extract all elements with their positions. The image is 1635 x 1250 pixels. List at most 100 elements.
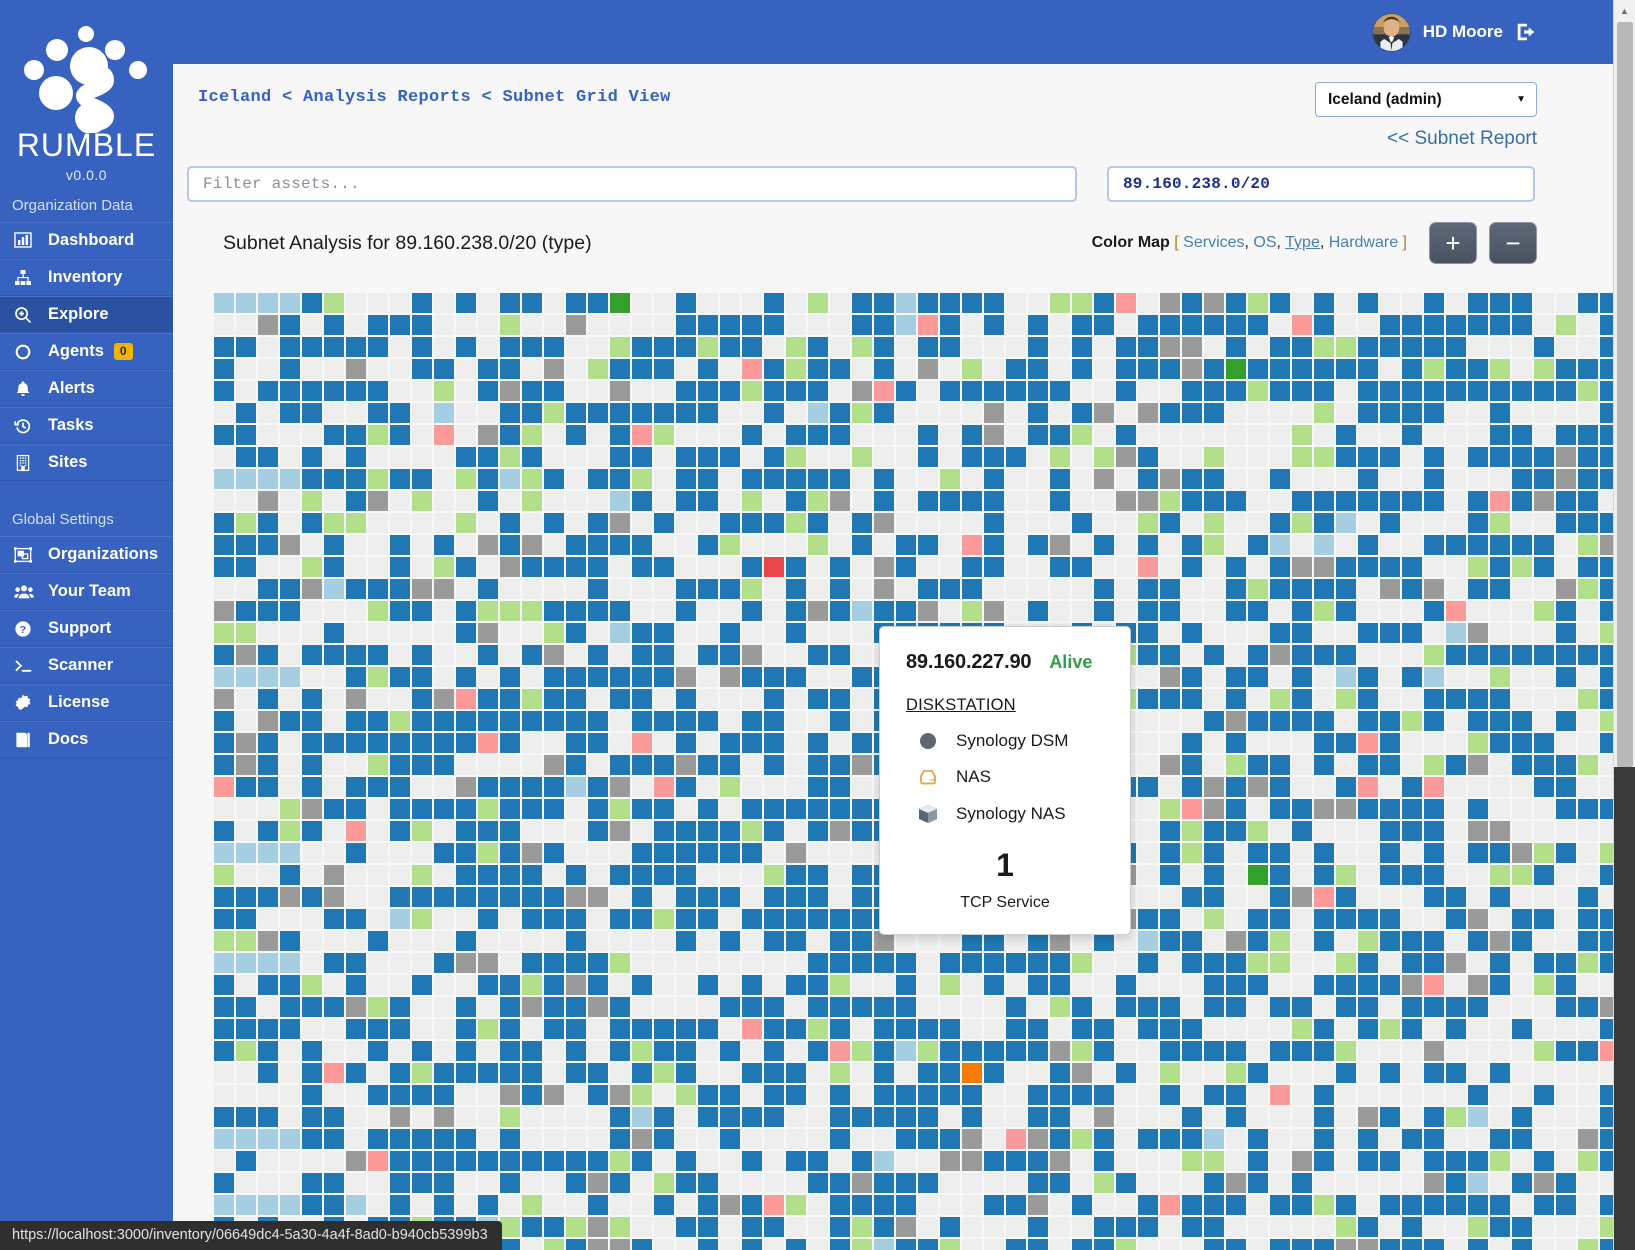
grid-cell[interactable] — [434, 315, 454, 335]
grid-cell[interactable] — [1204, 821, 1224, 841]
grid-cell[interactable] — [1160, 337, 1180, 357]
grid-cell[interactable] — [1402, 337, 1422, 357]
grid-cell[interactable] — [1358, 689, 1378, 709]
grid-cell[interactable] — [1072, 1085, 1092, 1105]
grid-cell[interactable] — [1424, 359, 1444, 379]
grid-cell[interactable] — [1248, 1129, 1268, 1149]
grid-cell[interactable] — [478, 777, 498, 797]
grid-cell[interactable] — [522, 447, 542, 467]
grid-cell[interactable] — [1314, 1151, 1334, 1171]
zoom-out-button[interactable]: − — [1489, 222, 1537, 264]
grid-cell[interactable] — [654, 447, 674, 467]
grid-cell[interactable] — [346, 1063, 366, 1083]
grid-cell[interactable] — [654, 733, 674, 753]
grid-cell[interactable] — [940, 1239, 960, 1250]
grid-cell[interactable] — [676, 447, 696, 467]
grid-cell[interactable] — [478, 359, 498, 379]
grid-cell[interactable] — [544, 469, 564, 489]
grid-cell[interactable] — [1006, 1041, 1026, 1061]
grid-cell[interactable] — [1512, 1239, 1532, 1250]
grid-cell[interactable] — [258, 777, 278, 797]
grid-cell[interactable] — [610, 601, 630, 621]
grid-cell[interactable] — [1226, 1173, 1246, 1193]
grid-cell[interactable] — [1160, 1195, 1180, 1215]
grid-cell[interactable] — [1512, 1151, 1532, 1171]
grid-cell[interactable] — [346, 1085, 366, 1105]
grid-cell[interactable] — [258, 711, 278, 731]
grid-cell[interactable] — [1512, 909, 1532, 929]
grid-cell[interactable] — [1600, 469, 1613, 489]
grid-cell[interactable] — [588, 1217, 608, 1237]
grid-cell[interactable] — [1336, 403, 1356, 423]
grid-cell[interactable] — [1468, 381, 1488, 401]
grid-cell[interactable] — [434, 403, 454, 423]
grid-cell[interactable] — [1446, 667, 1466, 687]
grid-cell[interactable] — [786, 821, 806, 841]
grid-cell[interactable] — [720, 1239, 740, 1250]
grid-cell[interactable] — [1182, 711, 1202, 731]
grid-cell[interactable] — [764, 887, 784, 907]
grid-cell[interactable] — [1292, 381, 1312, 401]
grid-cell[interactable] — [1556, 711, 1576, 731]
grid-cell[interactable] — [874, 381, 894, 401]
grid-cell[interactable] — [1512, 425, 1532, 445]
grid-cell[interactable] — [1512, 579, 1532, 599]
grid-cell[interactable] — [214, 1173, 234, 1193]
grid-cell[interactable] — [412, 1107, 432, 1127]
grid-cell[interactable] — [896, 447, 916, 467]
grid-cell[interactable] — [544, 799, 564, 819]
grid-cell[interactable] — [1314, 799, 1334, 819]
grid-cell[interactable] — [1270, 1085, 1290, 1105]
grid-cell[interactable] — [1600, 909, 1613, 929]
grid-cell[interactable] — [1336, 799, 1356, 819]
grid-cell[interactable] — [984, 601, 1004, 621]
grid-cell[interactable] — [566, 1217, 586, 1237]
grid-cell[interactable] — [1490, 1041, 1510, 1061]
grid-cell[interactable] — [588, 1019, 608, 1039]
grid-cell[interactable] — [1072, 1217, 1092, 1237]
grid-cell[interactable] — [918, 1085, 938, 1105]
grid-cell[interactable] — [698, 1019, 718, 1039]
grid-cell[interactable] — [1138, 997, 1158, 1017]
grid-cell[interactable] — [1270, 601, 1290, 621]
grid-cell[interactable] — [588, 689, 608, 709]
grid-cell[interactable] — [390, 997, 410, 1017]
grid-cell[interactable] — [258, 557, 278, 577]
grid-cell[interactable] — [764, 513, 784, 533]
grid-cell[interactable] — [236, 821, 256, 841]
grid-cell[interactable] — [874, 1195, 894, 1215]
grid-cell[interactable] — [566, 469, 586, 489]
grid-cell[interactable] — [302, 689, 322, 709]
grid-cell[interactable] — [610, 425, 630, 445]
grid-cell[interactable] — [214, 821, 234, 841]
grid-cell[interactable] — [1204, 557, 1224, 577]
grid-cell[interactable] — [390, 447, 410, 467]
grid-cell[interactable] — [412, 623, 432, 643]
grid-cell[interactable] — [1380, 1107, 1400, 1127]
grid-cell[interactable] — [1292, 1019, 1312, 1039]
grid-cell[interactable] — [1138, 755, 1158, 775]
grid-cell[interactable] — [1270, 425, 1290, 445]
grid-cell[interactable] — [852, 821, 872, 841]
grid-cell[interactable] — [346, 601, 366, 621]
grid-cell[interactable] — [566, 843, 586, 863]
grid-cell[interactable] — [1116, 1195, 1136, 1215]
grid-cell[interactable] — [434, 689, 454, 709]
grid-cell[interactable] — [280, 403, 300, 423]
grid-cell[interactable] — [632, 1173, 652, 1193]
grid-cell[interactable] — [830, 337, 850, 357]
grid-cell[interactable] — [1182, 447, 1202, 467]
grid-cell[interactable] — [1248, 557, 1268, 577]
grid-cell[interactable] — [302, 425, 322, 445]
grid-cell[interactable] — [1380, 1195, 1400, 1215]
grid-cell[interactable] — [302, 381, 322, 401]
grid-cell[interactable] — [1402, 1041, 1422, 1061]
grid-cell[interactable] — [1182, 623, 1202, 643]
grid-cell[interactable] — [1314, 777, 1334, 797]
grid-cell[interactable] — [676, 425, 696, 445]
grid-cell[interactable] — [830, 799, 850, 819]
grid-cell[interactable] — [1182, 1239, 1202, 1250]
grid-cell[interactable] — [522, 821, 542, 841]
grid-cell[interactable] — [1072, 579, 1092, 599]
grid-cell[interactable] — [1446, 887, 1466, 907]
